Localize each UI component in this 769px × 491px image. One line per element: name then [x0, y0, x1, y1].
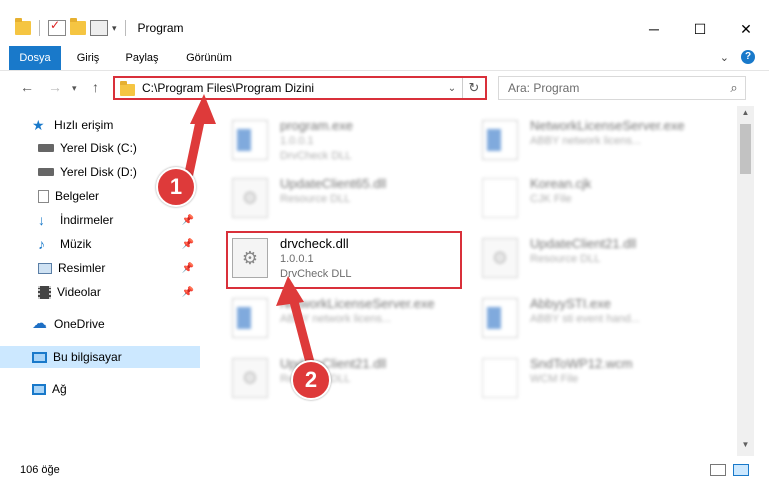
arrow-1-head: [190, 94, 216, 124]
arrow-2-head: [276, 276, 304, 306]
callout-1: 1: [156, 167, 196, 207]
annotation-overlay: [183, 94, 317, 372]
callout-2: 2: [291, 360, 331, 400]
arrow-2-shaft: [287, 292, 317, 372]
